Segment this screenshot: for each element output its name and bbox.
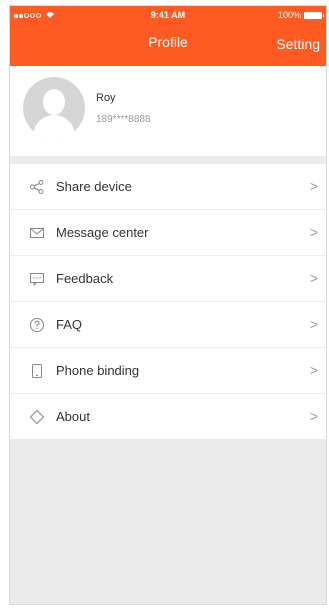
avatar-body bbox=[33, 115, 75, 139]
chevron-right-icon: > bbox=[309, 270, 318, 286]
user-name: Roy bbox=[96, 92, 116, 104]
phone-screen: 9:41 AM 100% Profile Setting Roy 189****… bbox=[9, 5, 327, 605]
user-phone: 189****8888 bbox=[96, 114, 151, 125]
top-bar: 9:41 AM 100% Profile Setting bbox=[10, 6, 326, 66]
menu-label: FAQ bbox=[56, 317, 83, 332]
chevron-right-icon: > bbox=[309, 316, 318, 332]
battery-percent: 100% bbox=[277, 10, 301, 20]
question-icon bbox=[28, 316, 46, 334]
share-icon bbox=[28, 178, 46, 196]
menu-label: Share device bbox=[56, 179, 132, 194]
nav-bar: Profile Setting bbox=[10, 26, 326, 66]
menu-label: Feedback bbox=[56, 271, 114, 286]
diamond-icon bbox=[28, 408, 46, 426]
avatar[interactable] bbox=[23, 77, 85, 139]
chevron-right-icon: > bbox=[309, 178, 318, 194]
avatar-head bbox=[43, 89, 65, 115]
status-bar: 9:41 AM 100% bbox=[10, 6, 326, 26]
battery-indicator: 100% bbox=[277, 10, 324, 20]
menu-label: Message center bbox=[56, 225, 149, 240]
profile-card[interactable]: Roy 189****8888 bbox=[10, 66, 326, 156]
menu-label: About bbox=[56, 409, 90, 424]
chevron-right-icon: > bbox=[309, 224, 318, 240]
menu-item-faq[interactable]: FAQ > bbox=[10, 302, 326, 348]
menu-item-message-center[interactable]: Message center > bbox=[10, 210, 326, 256]
menu-label: Phone binding bbox=[56, 363, 140, 378]
battery-icon bbox=[304, 11, 324, 19]
menu-item-share-device[interactable]: Share device > bbox=[10, 164, 326, 210]
menu-item-about[interactable]: About > bbox=[10, 394, 326, 439]
chevron-right-icon: > bbox=[309, 408, 318, 424]
chevron-right-icon: > bbox=[309, 362, 318, 378]
mail-icon bbox=[28, 224, 46, 242]
phone-icon bbox=[28, 362, 46, 380]
menu-item-phone-binding[interactable]: Phone binding > bbox=[10, 348, 326, 394]
setting-button[interactable]: Setting bbox=[276, 36, 320, 52]
feedback-icon bbox=[28, 270, 46, 288]
menu-item-feedback[interactable]: Feedback > bbox=[10, 256, 326, 302]
menu-list: Share device > Message center > Feedback… bbox=[10, 164, 326, 439]
